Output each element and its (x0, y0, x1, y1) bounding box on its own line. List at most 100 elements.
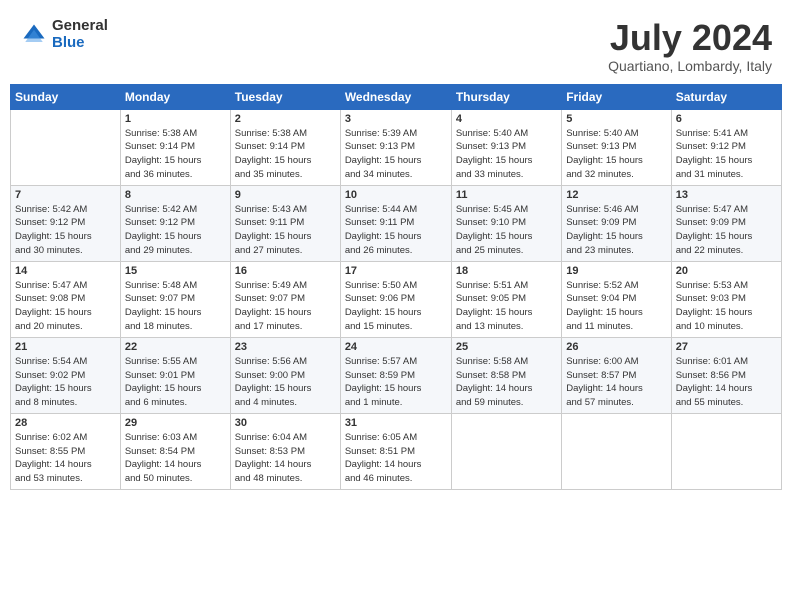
day-number: 13 (676, 189, 777, 201)
day-number: 4 (456, 113, 557, 125)
day-info: Sunrise: 5:42 AMSunset: 9:12 PMDaylight:… (125, 203, 226, 258)
day-info: Sunrise: 5:47 AMSunset: 9:09 PMDaylight:… (676, 203, 777, 258)
page-header: General Blue July 2024 Quartiano, Lombar… (10, 10, 782, 80)
day-info: Sunrise: 5:56 AMSunset: 9:00 PMDaylight:… (235, 355, 336, 410)
day-cell: 30Sunrise: 6:04 AMSunset: 8:53 PMDayligh… (230, 413, 340, 489)
day-number: 21 (15, 341, 116, 353)
day-number: 14 (15, 265, 116, 277)
day-number: 23 (235, 341, 336, 353)
day-number: 16 (235, 265, 336, 277)
day-cell: 20 Sunrise: 5:53 AMSunset: 9:03 PMDayligh… (671, 261, 781, 337)
day-number: 20 (676, 265, 777, 277)
week-row-5: 28 Sunrise: 6:02 AMSunset: 8:55 PMDayligh… (11, 413, 782, 489)
title-block: July 2024 Quartiano, Lombardy, Italy (608, 18, 772, 74)
day-cell: 28 Sunrise: 6:02 AMSunset: 8:55 PMDayligh… (11, 413, 121, 489)
day-cell: 29 Sunrise: 6:03 AMSunset: 8:54 PMDayligh… (120, 413, 230, 489)
day-info: Sunrise: 5:54 AMSunset: 9:02 PMDaylight:… (15, 355, 116, 410)
calendar-location: Quartiano, Lombardy, Italy (608, 58, 772, 74)
logo-general-text: General (52, 18, 108, 35)
day-info: Sunrise: 6:01 AMSunset: 8:56 PMDaylight:… (676, 355, 777, 410)
day-cell: 18 Sunrise: 5:51 AMSunset: 9:05 PMDayligh… (451, 261, 561, 337)
day-cell: 15 Sunrise: 5:48 AMSunset: 9:07 PMDayligh… (120, 261, 230, 337)
day-cell: 1 Sunrise: 5:38 AMSunset: 9:14 PMDaylight… (120, 109, 230, 185)
day-cell: 16 Sunrise: 5:49 AMSunset: 9:07 PMDayligh… (230, 261, 340, 337)
day-cell: 12Sunrise: 5:46 AMSunset: 9:09 PMDayligh… (562, 185, 671, 261)
day-cell (11, 109, 121, 185)
header-friday: Friday (562, 84, 671, 109)
header-tuesday: Tuesday (230, 84, 340, 109)
day-cell: 24 Sunrise: 5:57 AMSunset: 8:59 PMDayligh… (340, 337, 451, 413)
day-cell: 7 Sunrise: 5:42 AMSunset: 9:12 PMDaylight… (11, 185, 121, 261)
day-cell: 8 Sunrise: 5:42 AMSunset: 9:12 PMDaylight… (120, 185, 230, 261)
day-info: Sunrise: 5:45 AMSunset: 9:10 PMDaylight:… (456, 203, 557, 258)
day-cell: 5 Sunrise: 5:40 AMSunset: 9:13 PMDaylight… (562, 109, 671, 185)
day-info: Sunrise: 6:00 AMSunset: 8:57 PMDaylight:… (566, 355, 666, 410)
logo-blue-text: Blue (52, 35, 108, 52)
day-number: 28 (15, 417, 116, 429)
day-number: 29 (125, 417, 226, 429)
day-cell: 21 Sunrise: 5:54 AMSunset: 9:02 PMDayligh… (11, 337, 121, 413)
logo-icon (20, 21, 48, 49)
day-number: 6 (676, 113, 777, 125)
header-thursday: Thursday (451, 84, 561, 109)
day-number: 1 (125, 113, 226, 125)
day-info: Sunrise: 5:43 AMSunset: 9:11 PMDaylight:… (235, 203, 336, 258)
header-saturday: Saturday (671, 84, 781, 109)
day-cell (451, 413, 561, 489)
day-info: Sunrise: 5:40 AMSunset: 9:13 PMDaylight:… (456, 127, 557, 182)
day-cell: 9 Sunrise: 5:43 AMSunset: 9:11 PMDaylight… (230, 185, 340, 261)
week-row-2: 7 Sunrise: 5:42 AMSunset: 9:12 PMDaylight… (11, 185, 782, 261)
day-number: 17 (345, 265, 447, 277)
day-number: 30 (235, 417, 336, 429)
day-number: 25 (456, 341, 557, 353)
day-number: 18 (456, 265, 557, 277)
day-info: Sunrise: 5:53 AMSunset: 9:03 PMDaylight:… (676, 279, 777, 334)
day-cell: 22Sunrise: 5:55 AMSunset: 9:01 PMDayligh… (120, 337, 230, 413)
week-row-3: 14Sunrise: 5:47 AMSunset: 9:08 PMDayligh… (11, 261, 782, 337)
day-number: 11 (456, 189, 557, 201)
day-number: 26 (566, 341, 666, 353)
day-number: 27 (676, 341, 777, 353)
day-cell: 4 Sunrise: 5:40 AMSunset: 9:13 PMDaylight… (451, 109, 561, 185)
day-number: 8 (125, 189, 226, 201)
day-cell: 23 Sunrise: 5:56 AMSunset: 9:00 PMDayligh… (230, 337, 340, 413)
day-cell: 25 Sunrise: 5:58 AMSunset: 8:58 PMDayligh… (451, 337, 561, 413)
calendar-table: SundayMondayTuesdayWednesdayThursdayFrid… (10, 84, 782, 490)
day-info: Sunrise: 5:57 AMSunset: 8:59 PMDaylight:… (345, 355, 447, 410)
week-row-4: 21 Sunrise: 5:54 AMSunset: 9:02 PMDayligh… (11, 337, 782, 413)
day-info: Sunrise: 5:42 AMSunset: 9:12 PMDaylight:… (15, 203, 116, 258)
logo: General Blue (20, 18, 108, 51)
day-cell: 31Sunrise: 6:05 AMSunset: 8:51 PMDayligh… (340, 413, 451, 489)
day-cell: 13 Sunrise: 5:47 AMSunset: 9:09 PMDayligh… (671, 185, 781, 261)
day-info: Sunrise: 5:48 AMSunset: 9:07 PMDaylight:… (125, 279, 226, 334)
day-info: Sunrise: 6:02 AMSunset: 8:55 PMDaylight:… (15, 431, 116, 486)
day-info: Sunrise: 5:40 AMSunset: 9:13 PMDaylight:… (566, 127, 666, 182)
day-number: 7 (15, 189, 116, 201)
day-cell (562, 413, 671, 489)
day-cell (671, 413, 781, 489)
day-info: Sunrise: 5:41 AMSunset: 9:12 PMDaylight:… (676, 127, 777, 182)
day-info: Sunrise: 5:49 AMSunset: 9:07 PMDaylight:… (235, 279, 336, 334)
day-number: 15 (125, 265, 226, 277)
day-number: 2 (235, 113, 336, 125)
day-info: Sunrise: 5:44 AMSunset: 9:11 PMDaylight:… (345, 203, 447, 258)
day-info: Sunrise: 5:39 AMSunset: 9:13 PMDaylight:… (345, 127, 447, 182)
day-number: 12 (566, 189, 666, 201)
day-info: Sunrise: 6:03 AMSunset: 8:54 PMDaylight:… (125, 431, 226, 486)
day-cell: 17 Sunrise: 5:50 AMSunset: 9:06 PMDayligh… (340, 261, 451, 337)
day-number: 5 (566, 113, 666, 125)
calendar-header-row: SundayMondayTuesdayWednesdayThursdayFrid… (11, 84, 782, 109)
day-cell: 3 Sunrise: 5:39 AMSunset: 9:13 PMDaylight… (340, 109, 451, 185)
day-number: 3 (345, 113, 447, 125)
day-number: 10 (345, 189, 447, 201)
day-number: 31 (345, 417, 447, 429)
day-info: Sunrise: 5:51 AMSunset: 9:05 PMDaylight:… (456, 279, 557, 334)
day-number: 19 (566, 265, 666, 277)
header-wednesday: Wednesday (340, 84, 451, 109)
day-number: 24 (345, 341, 447, 353)
day-info: Sunrise: 5:50 AMSunset: 9:06 PMDaylight:… (345, 279, 447, 334)
day-info: Sunrise: 5:38 AMSunset: 9:14 PMDaylight:… (125, 127, 226, 182)
day-info: Sunrise: 5:58 AMSunset: 8:58 PMDaylight:… (456, 355, 557, 410)
day-number: 9 (235, 189, 336, 201)
day-number: 22 (125, 341, 226, 353)
